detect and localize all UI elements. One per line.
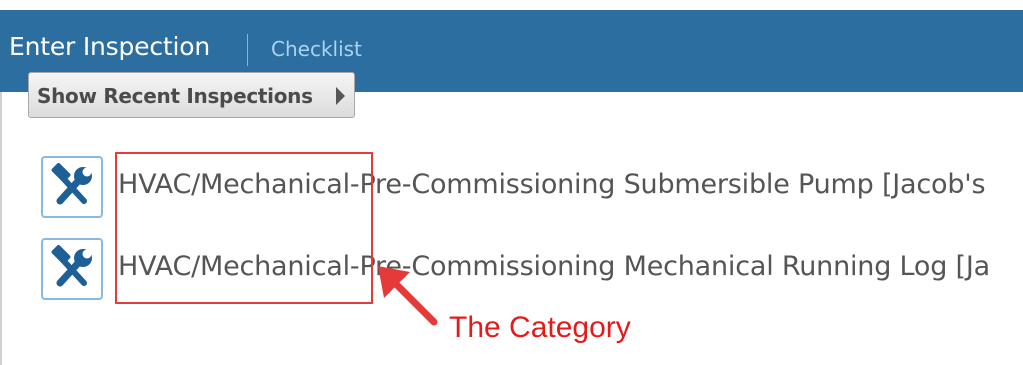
show-recent-inspections-label: Show Recent Inspections <box>37 84 313 108</box>
top-strip <box>0 0 1023 10</box>
annotation-arrow <box>378 266 438 326</box>
show-recent-inspections-button[interactable]: Show Recent Inspections <box>28 72 355 118</box>
page-title: Enter Inspection <box>9 32 210 61</box>
caret-right-icon <box>336 87 345 105</box>
annotation-highlight-box <box>115 152 373 304</box>
tab-checklist[interactable]: Checklist <box>271 37 362 61</box>
header-divider <box>247 34 248 66</box>
hammer-wrench-icon <box>41 156 103 218</box>
annotation-label: The Category <box>449 311 631 344</box>
hammer-wrench-icon <box>41 238 103 300</box>
content-left-border <box>0 92 2 365</box>
